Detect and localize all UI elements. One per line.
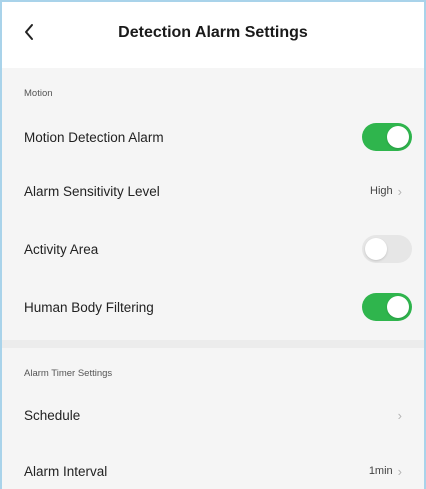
chevron-right-icon: › <box>397 407 402 423</box>
section-label-motion: Motion <box>24 88 53 99</box>
row-label: Motion Detection Alarm <box>24 129 164 145</box>
chevron-right-icon: › <box>397 463 402 479</box>
row-schedule[interactable]: Schedule › <box>2 386 424 444</box>
alarm-interval-value: 1min <box>368 465 393 477</box>
row-label: Human Body Filtering <box>24 299 154 315</box>
toggle-knob <box>387 126 409 148</box>
row-label: Alarm Interval <box>24 463 108 479</box>
human-body-filtering-toggle[interactable] <box>362 293 412 321</box>
row-alarm-sensitivity-level[interactable]: Alarm Sensitivity Level High › <box>2 162 424 220</box>
app-frame: Detection Alarm Settings Motion Motion D… <box>0 0 426 489</box>
row-activity-area: Activity Area <box>2 220 424 278</box>
row-motion-detection-alarm: Motion Detection Alarm <box>2 108 424 166</box>
toggle-knob <box>387 296 409 318</box>
row-value-wrap: › <box>393 409 402 422</box>
row-label: Activity Area <box>24 241 99 257</box>
motion-detection-alarm-toggle[interactable] <box>362 123 412 151</box>
header-bar: Detection Alarm Settings <box>2 2 424 68</box>
row-alarm-interval[interactable]: Alarm Interval 1min › <box>2 442 424 489</box>
row-label: Alarm Sensitivity Level <box>24 183 160 199</box>
activity-area-toggle[interactable] <box>362 235 412 263</box>
toggle-knob <box>365 238 387 260</box>
row-label: Schedule <box>24 407 81 423</box>
page-title: Detection Alarm Settings <box>118 24 308 41</box>
row-value-wrap: High › <box>370 185 402 198</box>
row-human-body-filtering: Human Body Filtering <box>2 278 424 336</box>
chevron-right-icon: › <box>397 183 402 199</box>
section-label-alarm-timer: Alarm Timer Settings <box>24 368 113 379</box>
row-value-wrap: 1min › <box>369 465 402 478</box>
sensitivity-value: High <box>370 185 393 197</box>
section-divider <box>2 340 424 348</box>
